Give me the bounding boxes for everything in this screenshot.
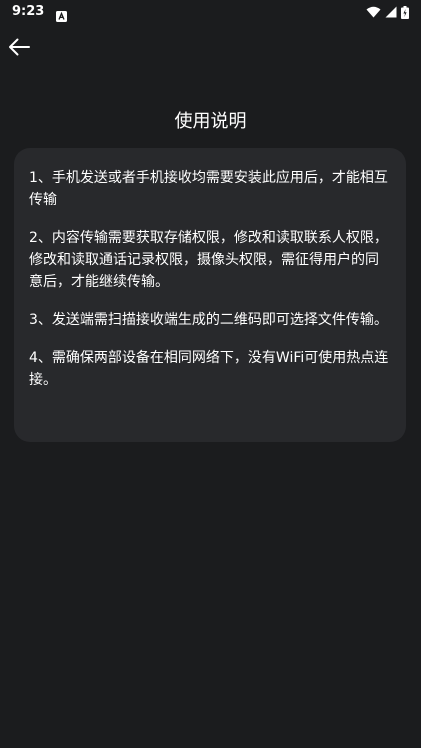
instruction-item: 2、内容传输需要获取存储权限，修改和读取联系人权限，修改和读取通话记录权限，摄像… (29, 230, 388, 290)
cellular-signal-icon (385, 6, 397, 18)
instruction-item: 1、手机发送或者手机接收均需要安装此应用后，才能相互传输 (29, 170, 388, 208)
instruction-item: 3、发送端需扫描接收端生成的二维码即可选择文件传输。 (29, 312, 388, 328)
status-icons (366, 5, 409, 19)
wifi-icon (366, 6, 381, 18)
instruction-item: 4、需确保两部设备在相同网络下，没有WiFi可使用热点连接。 (29, 350, 389, 388)
arrow-left-icon (8, 38, 30, 60)
battery-charging-icon (401, 5, 409, 19)
page-title: 使用说明 (174, 111, 247, 132)
instructions-card: 1、手机发送或者手机接收均需要安装此应用后，才能相互传输 2、内容传输需要获取存… (14, 148, 406, 442)
status-bar: 9:23 (0, 0, 421, 24)
back-button[interactable] (6, 36, 32, 62)
notification-a-icon (56, 7, 68, 22)
status-time: 9:23 (12, 4, 45, 19)
